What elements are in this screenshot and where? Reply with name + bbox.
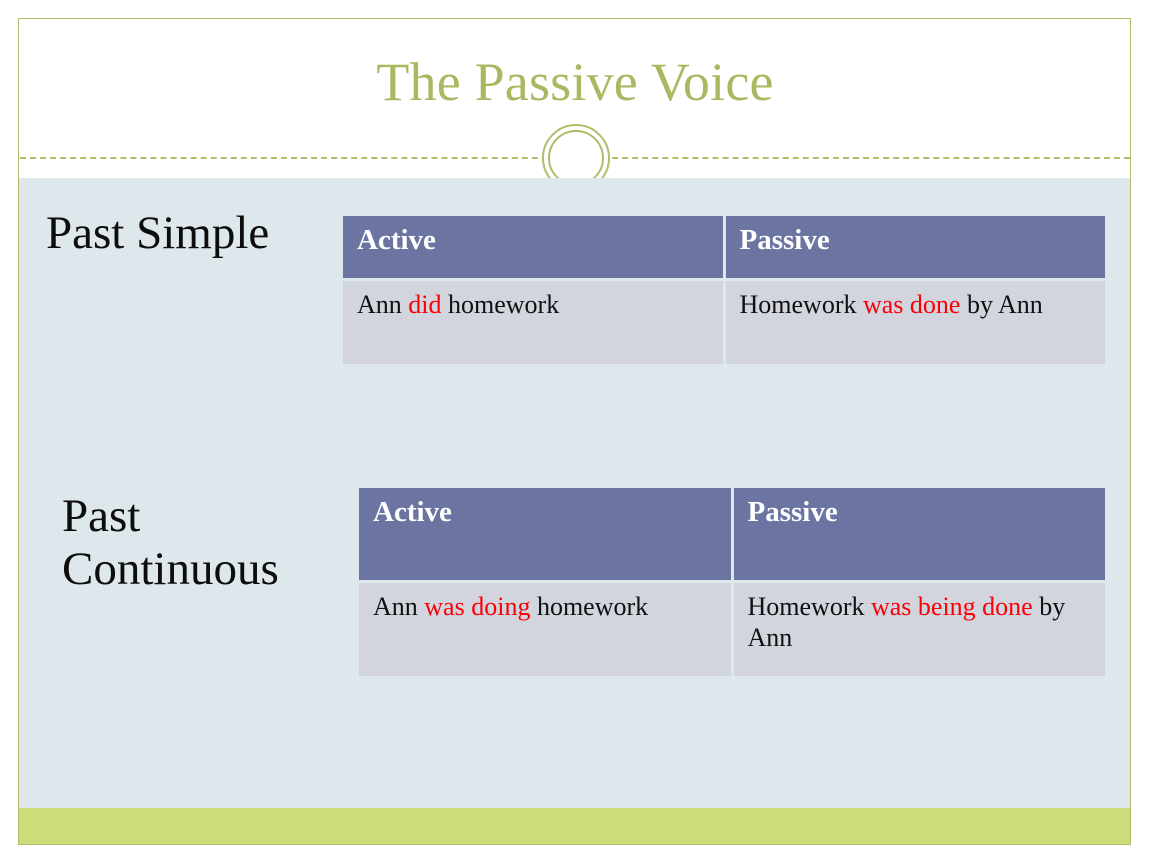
column-header-passive: Passive	[725, 216, 1105, 278]
page-title: The Passive Voice	[376, 52, 774, 112]
cell-passive-sentence: Homework was done by Ann	[725, 281, 1105, 364]
slide: The Passive Voice Past Simple Active Pas…	[0, 0, 1150, 864]
sentence-prefix: Ann	[357, 290, 409, 319]
sentence-highlight: was doing	[424, 592, 531, 621]
sentence-highlight: was done	[862, 290, 961, 319]
sentence-suffix: homework	[441, 290, 560, 319]
slide-footer-band	[19, 808, 1131, 845]
sentence-suffix: homework	[530, 592, 649, 621]
tense-label-past-simple: Past Simple	[46, 207, 270, 259]
sentence-suffix: by Ann	[960, 290, 1043, 319]
table-past-simple: Active Passive Ann did homework Homework…	[340, 213, 1108, 367]
sentence-prefix: Homework	[739, 290, 863, 319]
column-header-active: Active	[343, 216, 723, 278]
column-header-passive: Passive	[733, 488, 1105, 580]
table-past-continuous: Active Passive Ann was doing homework Ho…	[356, 485, 1108, 679]
column-header-active: Active	[359, 488, 731, 580]
sentence-prefix: Homework	[747, 592, 871, 621]
cell-passive-sentence: Homework was being done by Ann	[733, 583, 1105, 676]
table-header-row: Active Passive	[343, 216, 1105, 278]
cell-active-sentence: Ann was doing homework	[359, 583, 731, 676]
table-row: Ann did homework Homework was done by An…	[343, 281, 1105, 364]
sentence-highlight: was being done	[870, 592, 1033, 621]
sentence-highlight: did	[408, 290, 442, 319]
sentence-prefix: Ann	[373, 592, 425, 621]
table-header-row: Active Passive	[359, 488, 1105, 580]
tense-label-past-continuous: Past Continuous	[62, 490, 279, 595]
table-row: Ann was doing homework Homework was bein…	[359, 583, 1105, 676]
cell-active-sentence: Ann did homework	[343, 281, 723, 364]
